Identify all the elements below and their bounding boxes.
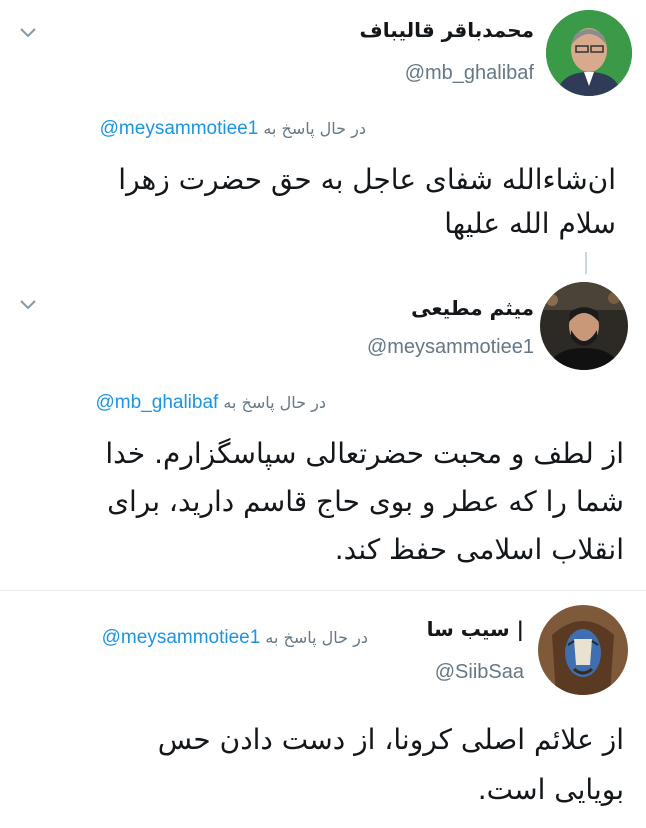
author-name[interactable]: محمدباقر قالیباف xyxy=(360,18,534,42)
reply-mention[interactable]: @meysammotiee1 xyxy=(102,627,261,648)
replying-to: در حال پاسخ به @meysammotiee1 xyxy=(102,627,368,649)
chevron-down-icon[interactable] xyxy=(18,294,38,314)
text-line: ان‌شاءالله شفای عاجل به حق حضرت زهرا xyxy=(118,163,616,196)
author-handle[interactable]: @mb_ghalibaf xyxy=(405,62,534,85)
tweet-1[interactable]: محمدباقر قالیباف @mb_ghalibaf در حال پاس… xyxy=(0,0,646,270)
reply-mention[interactable]: @mb_ghalibaf xyxy=(96,392,219,413)
avatar-picture xyxy=(538,605,628,695)
text-line: از لطف و محبت حضرتعالی سپاسگزارم. خدا xyxy=(105,437,624,470)
reply-prefix: در حال پاسخ به xyxy=(223,393,326,412)
avatar[interactable] xyxy=(538,605,628,695)
replying-to: در حال پاسخ به @meysammotiee1 xyxy=(100,118,366,140)
tweet-3[interactable]: | سیب سا @SiibSaa در حال پاسخ به @meysam… xyxy=(0,591,646,828)
text-line: شما را که عطر و بوی حاج قاسم دارید، برای xyxy=(107,485,624,518)
author-handle[interactable]: @SiibSaa xyxy=(435,661,524,684)
reply-prefix: در حال پاسخ به xyxy=(263,119,366,138)
avatar-picture xyxy=(546,10,632,96)
reply-mention[interactable]: @meysammotiee1 xyxy=(100,118,259,139)
chevron-down-icon[interactable] xyxy=(18,22,38,42)
tweet-2[interactable]: میثم مطیعی @meysammotiee1 در حال پاسخ به… xyxy=(0,270,646,588)
avatar[interactable] xyxy=(546,10,632,96)
text-line: از علائم اصلی کرونا، از دست دادن حس xyxy=(157,723,624,756)
author-handle[interactable]: @meysammotiee1 xyxy=(367,336,534,359)
avatar[interactable] xyxy=(540,282,628,370)
tweet-text: از لطف و محبت حضرتعالی سپاسگزارم. خدا شم… xyxy=(14,430,624,574)
text-line: انقلاب اسلامی حفظ کند. xyxy=(334,533,624,566)
tweet-text: از علائم اصلی کرونا، از دست دادن حس بویا… xyxy=(14,715,624,815)
author-name[interactable]: میثم مطیعی xyxy=(411,296,534,320)
text-line: بویایی است. xyxy=(477,773,624,806)
text-line: سلام الله علیها xyxy=(444,207,616,240)
tweet-text: ان‌شاءالله شفای عاجل به حق حضرت زهرا سلا… xyxy=(16,158,616,246)
author-name[interactable]: | سیب سا xyxy=(427,617,524,641)
reply-prefix: در حال پاسخ به xyxy=(265,628,368,647)
avatar-picture xyxy=(540,282,628,370)
replying-to: در حال پاسخ به @mb_ghalibaf xyxy=(96,392,327,414)
